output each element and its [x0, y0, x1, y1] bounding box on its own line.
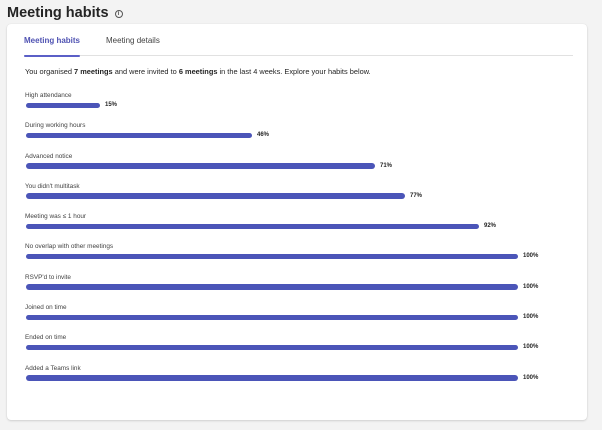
page-title: Meeting habits: [7, 5, 109, 21]
metrics-list: High attendance 15% During working hours 46…: [25, 92, 565, 395]
summary-prefix: You organised: [25, 67, 75, 76]
tab-meeting-details[interactable]: Meeting details: [106, 24, 160, 56]
meeting-habits-card: Meeting habits Meeting details You organ…: [7, 24, 587, 420]
metric-bar: [26, 314, 518, 321]
metric-row: High attendance 15%: [25, 92, 565, 122]
metric-percent: 71%: [380, 162, 393, 169]
metric-label: High attendance: [25, 92, 72, 99]
metric-label: Joined on time: [25, 304, 67, 312]
metric-percent: 15%: [105, 102, 118, 108]
metric-row: Ended on time 100%: [25, 334, 565, 364]
summary-middle: and were invited to: [112, 67, 179, 76]
metric-row: During working hours 46%: [25, 122, 565, 152]
metric-label: Added a Teams link: [25, 364, 81, 372]
tab-meeting-habits[interactable]: Meeting habits: [24, 24, 81, 57]
tab-bar: Meeting habits Meeting details: [24, 24, 573, 57]
metric-row: RSVP'd to invite 100%: [25, 274, 565, 304]
metric-row: Added a Teams link 100%: [25, 365, 565, 395]
metric-bar: [26, 344, 518, 351]
summary-suffix: in the last 4 weeks. Explore your habits…: [217, 67, 371, 76]
metric-percent: 100%: [523, 253, 539, 260]
metric-bar: [26, 193, 405, 199]
metric-percent: 100%: [523, 374, 539, 381]
metric-label: During working hours: [25, 122, 86, 130]
metric-bar: [26, 284, 518, 290]
metric-label: You didn't multitask: [25, 182, 80, 190]
metric-label: RSVP'd to invite: [25, 273, 71, 281]
metric-bar: [26, 223, 479, 230]
invited-count: 6 meetings: [178, 67, 218, 76]
metric-percent: 46%: [257, 132, 270, 139]
metric-percent: 100%: [523, 314, 539, 321]
metric-row: Advanced notice 71%: [25, 153, 565, 183]
metric-percent: 92%: [484, 223, 497, 230]
metric-bar: [26, 163, 375, 169]
metric-percent: 100%: [523, 283, 539, 290]
metric-percent: 100%: [523, 344, 539, 351]
info-icon[interactable]: i: [114, 10, 123, 18]
metric-row: You didn't multitask 77%: [25, 183, 565, 213]
metric-bar: [26, 102, 100, 108]
metric-percent: 77%: [410, 192, 423, 199]
summary-text: You organised 7 meetings and were invite…: [25, 67, 371, 76]
metric-row: Meeting was ≤ 1 hour 92%: [25, 213, 565, 243]
metric-label: No overlap with other meetings: [25, 243, 114, 251]
metric-bar: [26, 253, 518, 260]
metric-row: Joined on time 100%: [25, 304, 565, 334]
metric-label: Ended on time: [25, 334, 67, 342]
metric-row: No overlap with other meetings 100%: [25, 243, 565, 273]
metric-bar: [26, 375, 518, 381]
page-header: Meeting habits i: [7, 3, 123, 23]
metric-label: Meeting was ≤ 1 hour: [25, 213, 87, 221]
metric-bar: [26, 132, 252, 139]
metric-label: Advanced notice: [25, 152, 73, 160]
organised-count: 7 meetings: [74, 67, 113, 76]
